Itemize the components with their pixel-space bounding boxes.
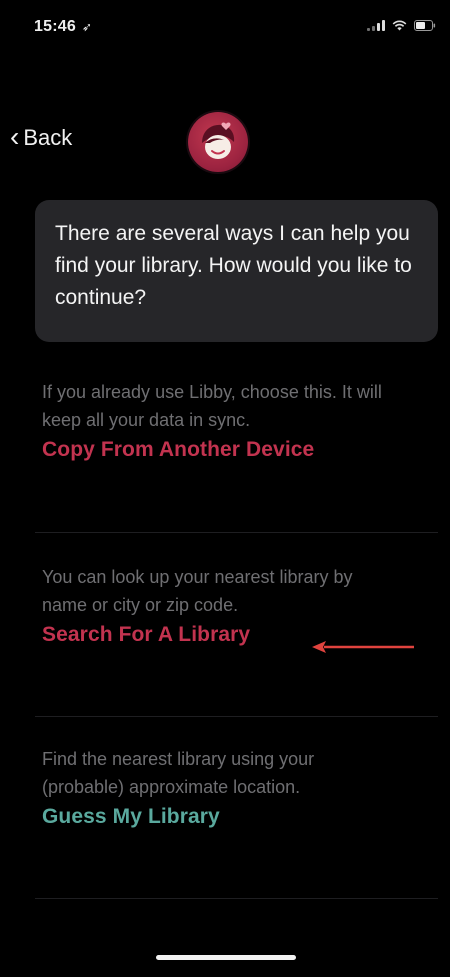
guess-my-library-link[interactable]: Guess My Library: [42, 805, 438, 829]
battery-icon: [414, 20, 436, 31]
wifi-icon: [392, 20, 407, 31]
nav-bar: ‹ Back: [0, 112, 450, 172]
back-button[interactable]: ‹ Back: [10, 121, 73, 152]
libby-face-icon: [202, 122, 235, 159]
divider: [35, 898, 438, 899]
status-bar: 15:46 ➶: [0, 0, 450, 60]
cellular-signal-icon: [367, 20, 385, 31]
divider: [35, 716, 438, 717]
back-label: Back: [23, 125, 73, 150]
option-search-library: You can look up your nearest library by …: [42, 563, 438, 647]
copy-from-another-device-link[interactable]: Copy From Another Device: [42, 438, 438, 462]
assistant-message-bubble: There are several ways I can help you fi…: [35, 200, 438, 342]
divider: [35, 532, 438, 533]
option-description: If you already use Libby, choose this. I…: [42, 382, 382, 430]
time-text: 15:46: [34, 18, 76, 35]
option-description: Find the nearest library using your (pro…: [42, 749, 315, 797]
libby-avatar: [188, 112, 248, 172]
status-icons: [367, 20, 436, 31]
chevron-left-icon: ‹: [10, 121, 20, 152]
option-copy-from-device: If you already use Libby, choose this. I…: [42, 378, 438, 462]
option-description: You can look up your nearest library by …: [42, 567, 353, 615]
annotation-arrow-icon: [310, 640, 416, 659]
option-guess-library: Find the nearest library using your (pro…: [42, 745, 438, 829]
status-time: 15:46 ➶: [34, 18, 92, 36]
location-arrow-icon: ➶: [81, 20, 93, 34]
home-indicator[interactable]: [156, 955, 296, 960]
assistant-message-text: There are several ways I can help you fi…: [55, 222, 412, 309]
